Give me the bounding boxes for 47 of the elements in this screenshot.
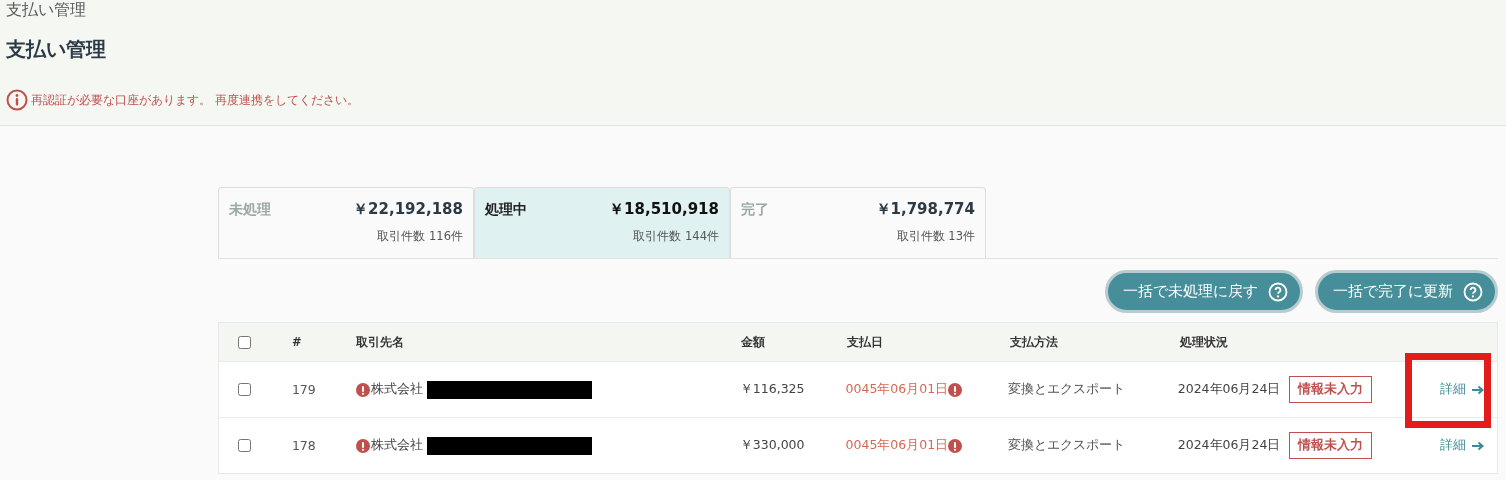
info-icon bbox=[6, 89, 28, 111]
arrow-right-icon bbox=[1472, 384, 1485, 395]
status-badge: 情報未入力 bbox=[1289, 432, 1373, 459]
amount-text: ￥330,000 bbox=[739, 437, 805, 454]
status-tab[interactable]: 完了 ￥1,798,774 取引件数 13件 bbox=[730, 187, 986, 258]
row-checkbox[interactable] bbox=[238, 439, 251, 452]
row-number: 178 bbox=[291, 438, 316, 453]
tab-label: 完了 bbox=[741, 200, 769, 219]
payment-date: 0045年06月01日 bbox=[845, 381, 949, 398]
status-tab[interactable]: 未処理 ￥22,192,188 取引件数 116件 bbox=[218, 187, 474, 258]
row-checkbox[interactable] bbox=[238, 383, 251, 396]
row-number: 179 bbox=[291, 382, 316, 397]
vendor-name: 株式会社 bbox=[370, 437, 423, 454]
bulk-action-button[interactable]: 一括で未処理に戻す bbox=[1105, 270, 1303, 313]
tab-amount: ￥22,192,188 bbox=[353, 200, 463, 219]
status-badge: 情報未入力 bbox=[1289, 376, 1373, 403]
payment-date: 0045年06月01日 bbox=[845, 437, 949, 454]
help-icon bbox=[1463, 281, 1483, 302]
amount-text: ￥116,325 bbox=[739, 381, 805, 398]
detail-link[interactable]: 詳細 bbox=[1440, 381, 1485, 398]
bulk-action-button[interactable]: 一括で完了に更新 bbox=[1315, 270, 1498, 313]
status-tab[interactable]: 処理中 ￥18,510,918 取引件数 144件 bbox=[474, 187, 730, 258]
column-header: 支払方法 bbox=[1010, 334, 1058, 350]
column-header: 支払日 bbox=[847, 334, 883, 350]
select-all-checkbox[interactable] bbox=[238, 335, 251, 349]
tab-label: 処理中 bbox=[485, 200, 527, 219]
alert-message: 再認証が必要な口座があります。 再度連携をしてください。 bbox=[31, 91, 359, 109]
tab-count: 取引件数 116件 bbox=[376, 229, 463, 244]
payment-method: 変換とエクスポート bbox=[1008, 437, 1126, 454]
page-title: 支払い管理 bbox=[6, 36, 107, 63]
tab-count: 取引件数 144件 bbox=[632, 229, 719, 244]
tab-count: 取引件数 13件 bbox=[895, 229, 975, 244]
processed-date: 2024年06月24日 bbox=[1177, 437, 1281, 454]
column-header: # bbox=[292, 335, 302, 349]
arrow-right-icon bbox=[1472, 440, 1485, 451]
tab-label: 未処理 bbox=[229, 200, 271, 219]
column-header: 金額 bbox=[741, 334, 765, 350]
column-header: 取引先名 bbox=[356, 334, 404, 350]
column-header: 処理状況 bbox=[1180, 334, 1228, 350]
breadcrumb: 支払い管理 bbox=[6, 0, 87, 21]
payment-method: 変換とエクスポート bbox=[1008, 381, 1126, 398]
detail-link[interactable]: 詳細 bbox=[1440, 437, 1485, 454]
tab-amount: ￥1,798,774 bbox=[875, 200, 975, 219]
help-icon bbox=[1268, 281, 1288, 302]
processed-date: 2024年06月24日 bbox=[1177, 381, 1281, 398]
vendor-name: 株式会社 bbox=[370, 381, 423, 398]
tab-amount: ￥18,510,918 bbox=[609, 200, 719, 219]
